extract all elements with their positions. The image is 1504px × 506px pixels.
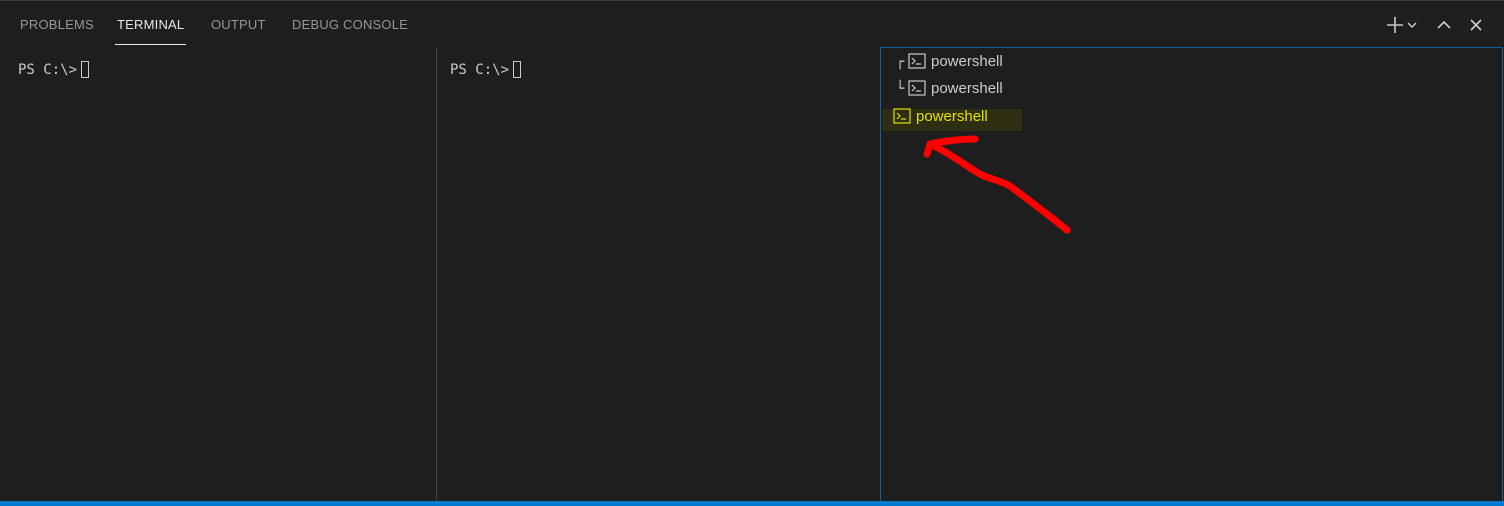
terminal-cursor xyxy=(513,61,522,78)
status-bar xyxy=(0,501,1504,506)
terminal-list-item[interactable]: └ powershell xyxy=(896,78,1003,100)
terminal-list-item-selected[interactable]: powershell xyxy=(893,106,988,128)
tab-debug-console[interactable]: DEBUG CONSOLE xyxy=(292,1,408,46)
terminal-icon xyxy=(908,53,926,69)
terminal-prompt: PS C:\> xyxy=(18,61,90,78)
tree-connector: ┌ xyxy=(896,54,905,70)
terminal-cursor xyxy=(81,61,90,78)
chevron-down-icon[interactable] xyxy=(1405,13,1419,37)
terminal-list-item[interactable]: ┌ powershell xyxy=(896,51,1003,73)
terminal-pane-2[interactable]: PS C:\> xyxy=(437,47,881,502)
terminal-tabs-list: ┌ powershell └ powershell powershell xyxy=(880,47,1503,502)
close-icon[interactable] xyxy=(1465,13,1487,37)
tab-terminal[interactable]: TERMINAL xyxy=(114,1,187,46)
tree-connector: └ xyxy=(896,81,905,97)
terminal-pane-1[interactable]: PS C:\> xyxy=(0,47,437,502)
tab-output[interactable]: OUTPUT xyxy=(211,1,266,46)
plus-icon[interactable] xyxy=(1384,13,1406,37)
terminal-list-label: powershell xyxy=(931,80,1003,97)
panel-tab-bar: PROBLEMS TERMINAL OUTPUT DEBUG CONSOLE xyxy=(0,1,1504,47)
terminal-list-label: powershell xyxy=(931,53,1003,70)
terminal-list-label: powershell xyxy=(916,108,988,125)
tab-problems[interactable]: PROBLEMS xyxy=(20,1,94,46)
chevron-up-icon[interactable] xyxy=(1433,13,1455,37)
terminal-icon xyxy=(908,80,926,96)
terminal-icon xyxy=(893,108,911,124)
terminal-panel: PROBLEMS TERMINAL OUTPUT DEBUG CONSOLE P… xyxy=(0,0,1504,506)
terminal-prompt: PS C:\> xyxy=(450,61,522,78)
